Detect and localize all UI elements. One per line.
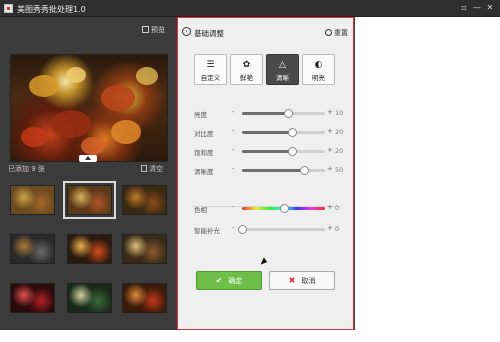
check-icon: ✔ [215,276,223,285]
cancel-button[interactable]: ✖ 取消 [269,271,335,290]
minus-icon[interactable]: - [232,127,235,135]
minus-icon[interactable]: - [232,146,235,154]
ok-button[interactable]: ✔ 确定 [196,271,262,290]
slider-label: 色相 [194,206,207,214]
mode-button[interactable]: ☰ 自定义 [194,54,227,85]
slider-label: 饱和度 [194,149,214,157]
clear-button[interactable]: 清空 [141,164,163,174]
trash-icon [141,165,147,172]
slider-label: 亮度 [194,111,207,119]
slider-value: 0 [335,225,340,233]
slider-knob[interactable] [279,204,289,213]
preview-icon [142,26,149,33]
slider-track[interactable] [238,225,325,234]
preview-button[interactable]: 预览 [142,25,165,35]
basic-adjust-panel: ‹ 基础调整 重置 ☰ 自定义 ✿ 鲜艳 △ 清晰 ◐ 明亮 亮度 - +10 对比度 - +20 饱和度… [177,17,354,330]
x-icon: ✖ [288,276,296,285]
added-count-label: 已添加 9 张 [8,165,45,173]
panel-title: 基础调整 [194,29,224,38]
title-bar: 美图秀秀批处理1.0 ▫ — ✕ [0,0,500,17]
slider-fill [242,112,288,115]
thumbnail-item[interactable] [63,181,116,219]
plus-icon[interactable]: + [327,203,333,211]
photo-preview [10,54,168,162]
slider-fill [242,150,292,153]
slider-knob[interactable] [287,128,297,137]
slider-label: 智能补光 [194,227,220,235]
clear-label: 清空 [149,165,163,173]
cancel-label: 取消 [301,277,316,285]
restore-icon[interactable]: ▫ [459,3,469,13]
plus-icon[interactable]: + [327,224,333,232]
slider-knob[interactable] [287,147,297,156]
slider-knob[interactable] [238,225,247,234]
plus-icon[interactable]: + [327,146,333,154]
sliders-icon: ☰ [206,60,215,70]
mode-button[interactable]: ◐ 明亮 [302,54,335,85]
minus-icon[interactable]: - [232,224,235,232]
slider-value: 50 [335,166,344,174]
slider-row: 饱和度 - +20 [194,146,344,157]
minus-icon[interactable]: - [232,108,235,116]
image-list-panel: 预览 已添加 9 张 清空 [0,17,178,330]
blank-area [355,17,500,330]
slider-value: 20 [335,147,344,155]
slider-row: 色相 - +0 [194,203,344,214]
thumbnail-item[interactable] [67,234,112,264]
plus-icon[interactable]: + [327,127,333,135]
thumbnail-item[interactable] [67,283,112,313]
mode-label: 清晰 [276,74,289,82]
slider-label: 清晰度 [194,168,214,176]
thumbnail-item[interactable] [122,234,167,264]
mode-button[interactable]: △ 清晰 [266,54,299,85]
thumbnail-item[interactable] [122,185,167,215]
slider-value: 0 [335,204,340,212]
slider-knob[interactable] [300,166,310,175]
slider-knob[interactable] [283,109,293,118]
slider-track[interactable] [242,109,325,118]
slider-fill [242,169,305,172]
thumbnail-item[interactable] [10,185,55,215]
slider-row: 对比度 - +20 [194,127,344,138]
ok-label: 确定 [228,277,243,285]
reset-label: 重置 [334,29,348,37]
minimize-icon[interactable]: — [472,3,482,13]
slider-track[interactable] [242,147,325,156]
mode-label: 明亮 [312,74,325,82]
close-icon[interactable]: ✕ [485,3,495,13]
bottom-strip [0,330,500,342]
slider-track[interactable] [242,166,325,175]
thumbnail-item[interactable] [10,234,55,264]
app-window: 美图秀秀批处理1.0 ▫ — ✕ 预览 已添加 9 张 清空 ‹ 基础调整 重置… [0,0,500,330]
thumbnail-item[interactable] [122,283,167,313]
minus-icon[interactable]: - [232,203,235,211]
reset-button[interactable]: 重置 [325,28,348,38]
preview-label: 预览 [151,26,165,34]
slider-row: 亮度 - +10 [194,108,344,119]
mode-button[interactable]: ✿ 鲜艳 [230,54,263,85]
slider-row: 清晰度 - +50 [194,165,344,176]
window-title: 美图秀秀批处理1.0 [17,5,86,14]
slider-fill [242,131,292,134]
slider-value: 20 [335,128,344,136]
triangle-icon: △ [279,60,286,70]
thumbnail-item[interactable] [10,283,55,313]
back-arrow-icon[interactable]: ‹ [182,27,191,36]
slider-track[interactable] [242,204,325,213]
reset-icon [325,29,332,36]
contrast-icon: ◐ [314,60,323,70]
app-logo-icon [4,4,13,13]
panel-header: ‹ 基础调整 重置 [182,27,350,39]
slider-value: 10 [335,109,344,117]
flower-icon: ✿ [242,60,251,70]
minus-icon[interactable]: - [232,165,235,173]
plus-icon[interactable]: + [327,108,333,116]
slider-label: 对比度 [194,130,214,138]
collapse-arrow-button[interactable] [79,155,97,162]
plus-icon[interactable]: + [327,165,333,173]
mode-label: 自定义 [200,74,221,82]
mode-label: 鲜艳 [240,74,253,82]
slider-row: 智能补光 - +0 [194,224,344,235]
slider-track[interactable] [242,128,325,137]
